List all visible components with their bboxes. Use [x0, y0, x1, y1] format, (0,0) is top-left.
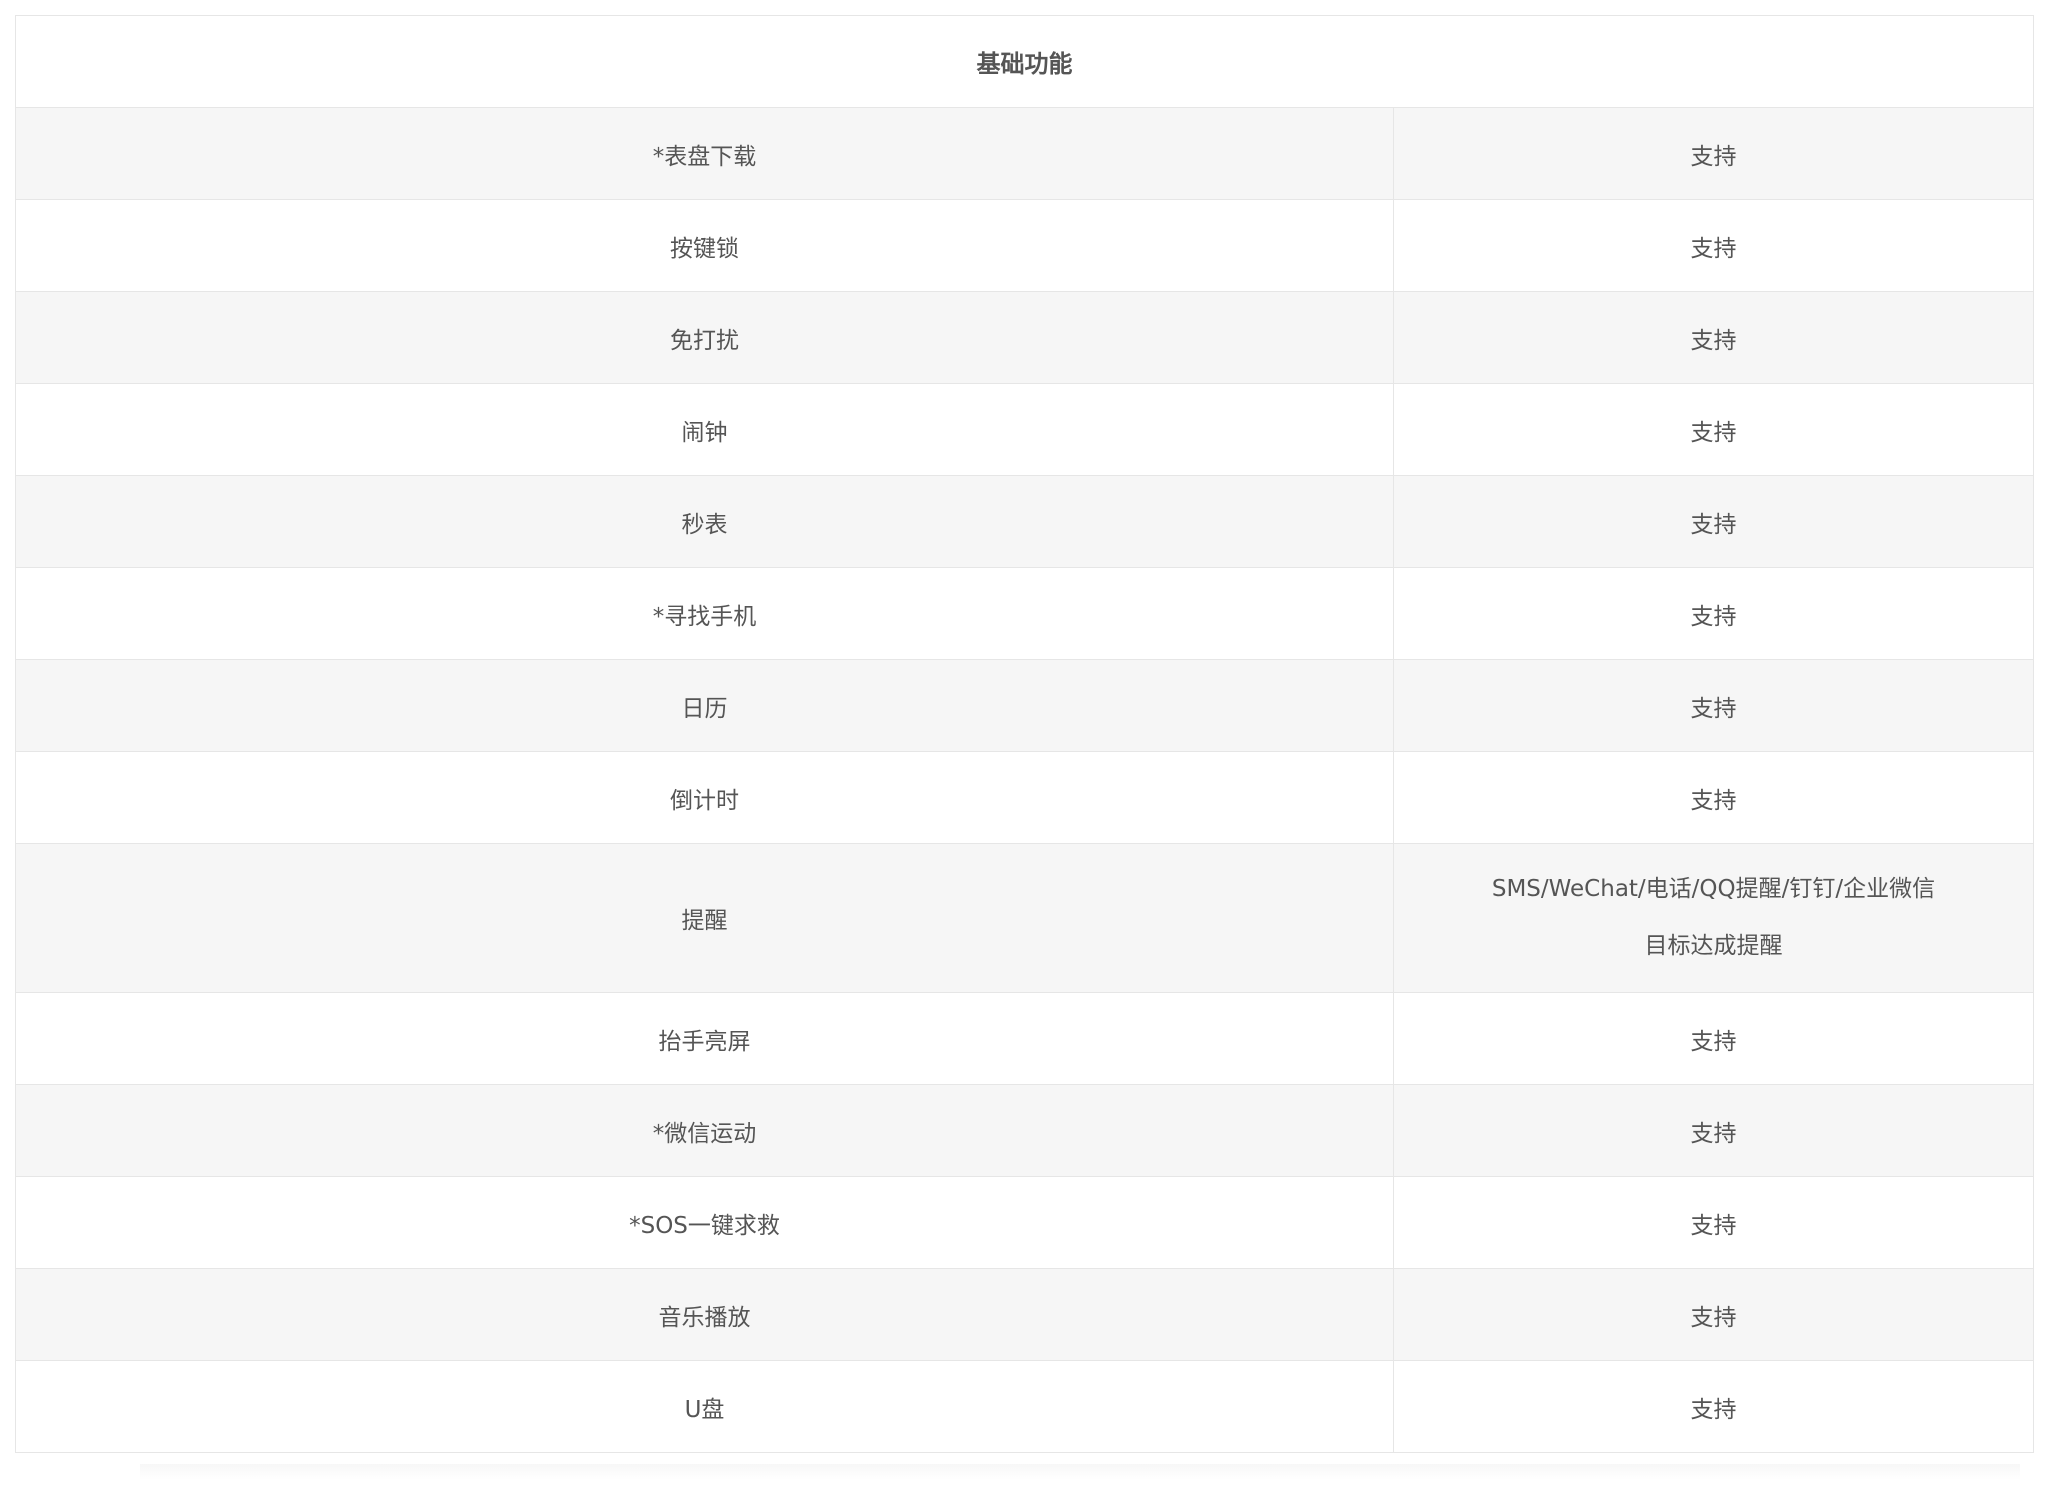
feature-value: 支持 [1393, 1360, 2034, 1453]
table-row: 提醒 SMS/WeChat/电话/QQ提醒/钉钉/企业微信 目标达成提醒 [15, 843, 2034, 993]
feature-name: *寻找手机 [15, 567, 1394, 660]
feature-spec-table: 基础功能 *表盘下载 支持 按键锁 支持 免打扰 支持 闹钟 支持 秒表 支持 … [15, 15, 2034, 1453]
feature-value: 支持 [1393, 291, 2034, 384]
feature-name: 提醒 [15, 843, 1394, 993]
table-row: *寻找手机 支持 [15, 567, 2034, 660]
feature-value: 支持 [1393, 199, 2034, 292]
table-row: 免打扰 支持 [15, 291, 2034, 384]
feature-name: 秒表 [15, 475, 1394, 568]
feature-value: 支持 [1393, 475, 2034, 568]
feature-value: 支持 [1393, 751, 2034, 844]
table-row: 倒计时 支持 [15, 751, 2034, 844]
table-row: 抬手亮屏 支持 [15, 992, 2034, 1085]
feature-value: 支持 [1393, 1084, 2034, 1177]
feature-value: 支持 [1393, 1268, 2034, 1361]
feature-value: 支持 [1393, 1176, 2034, 1269]
table-row: 秒表 支持 [15, 475, 2034, 568]
feature-value: 支持 [1393, 992, 2034, 1085]
feature-name: *微信运动 [15, 1084, 1394, 1177]
feature-value: 支持 [1393, 107, 2034, 200]
feature-value: 支持 [1393, 383, 2034, 476]
table-title: 基础功能 [15, 15, 2034, 108]
table-header-row: 基础功能 [15, 15, 2034, 108]
feature-name: 音乐播放 [15, 1268, 1394, 1361]
feature-name: *表盘下载 [15, 107, 1394, 200]
feature-name: 倒计时 [15, 751, 1394, 844]
bottom-shadow-divider [140, 1464, 2020, 1480]
table-row: U盘 支持 [15, 1360, 2034, 1453]
feature-value: SMS/WeChat/电话/QQ提醒/钉钉/企业微信 目标达成提醒 [1393, 843, 2034, 993]
feature-value: 支持 [1393, 567, 2034, 660]
table-row: 音乐播放 支持 [15, 1268, 2034, 1361]
feature-name: *SOS一键求救 [15, 1176, 1394, 1269]
feature-name: 按键锁 [15, 199, 1394, 292]
table-row: *微信运动 支持 [15, 1084, 2034, 1177]
table-row: *SOS一键求救 支持 [15, 1176, 2034, 1269]
feature-name: 免打扰 [15, 291, 1394, 384]
table-row: 日历 支持 [15, 659, 2034, 752]
notification-types-line: SMS/WeChat/电话/QQ提醒/钉钉/企业微信 [1491, 876, 1936, 902]
table-row: *表盘下载 支持 [15, 107, 2034, 200]
feature-name: 日历 [15, 659, 1394, 752]
table-row: 按键锁 支持 [15, 199, 2034, 292]
feature-value: 支持 [1393, 659, 2034, 752]
feature-name: 闹钟 [15, 383, 1394, 476]
goal-reminder-line: 目标达成提醒 [1644, 933, 1783, 959]
table-row: 闹钟 支持 [15, 383, 2034, 476]
feature-name: 抬手亮屏 [15, 992, 1394, 1085]
feature-name: U盘 [15, 1360, 1394, 1453]
